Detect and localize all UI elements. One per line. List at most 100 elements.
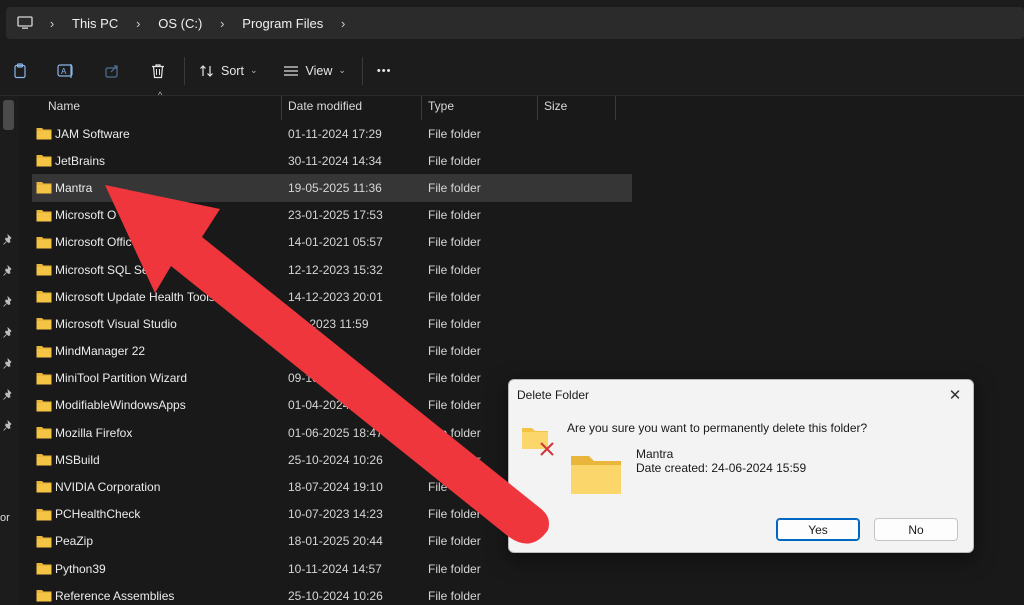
- close-button[interactable]: ✕: [943, 384, 967, 406]
- file-name: PeaZip: [55, 534, 94, 549]
- column-header-date-modified[interactable]: Date modified: [282, 96, 422, 120]
- file-type: File folder: [428, 534, 481, 549]
- svg-text:A: A: [61, 67, 67, 76]
- file-type: File folder: [428, 588, 481, 603]
- pin-icon: [3, 234, 12, 245]
- this-pc-icon[interactable]: [10, 7, 40, 39]
- file-date-modified: 12-12-2023 15:32: [288, 262, 383, 277]
- file-row[interactable]: Microsoft Offic 14-01-2021 05:57 File fold…: [32, 229, 632, 256]
- file-date-modified: -12-2023 11:59: [288, 316, 369, 331]
- file-date-modified: 01-04-2024 1: [288, 398, 360, 413]
- folder-icon: [36, 535, 52, 548]
- chevron-right-icon[interactable]: ›: [210, 16, 234, 31]
- file-date-modified: 25-10-2024 10:26: [288, 588, 383, 603]
- column-header-type[interactable]: Type: [422, 96, 538, 120]
- file-row[interactable]: Microsoft O 23-01-2025 17:53 File folder: [32, 202, 632, 229]
- file-type: File fo: [428, 480, 461, 495]
- file-name: Microsoft Update Health Tools: [55, 289, 215, 304]
- chevron-right-icon[interactable]: ›: [126, 16, 150, 31]
- folder-icon: [36, 427, 52, 439]
- folder-icon: [36, 236, 52, 249]
- delete-folder-icon: [522, 428, 554, 456]
- nav-item-partial-label[interactable]: or: [0, 512, 10, 524]
- file-row[interactable]: Microsoft Visual Studio -12-2023 11:59 Fil…: [32, 310, 632, 337]
- folder-icon: [571, 456, 621, 494]
- yes-button[interactable]: Yes: [776, 518, 860, 541]
- file-name: JetBrains: [55, 153, 106, 168]
- file-name: Mozilla Firefox: [55, 425, 133, 440]
- column-header-name[interactable]: Name: [42, 96, 282, 120]
- toolbar-divider: [361, 56, 363, 85]
- rename-icon[interactable]: A: [54, 59, 78, 83]
- view-button[interactable]: View ⌄: [283, 64, 346, 78]
- file-type: File folder: [428, 344, 481, 359]
- folder-icon: [36, 563, 52, 575]
- file-name: MindManager 22: [55, 344, 146, 359]
- sort-label: Sort: [221, 63, 244, 78]
- folder-icon: [36, 508, 52, 521]
- file-date-modified: 01-06-2025 18:47: [288, 425, 383, 440]
- file-name: MiniTool Partition Wizard: [55, 371, 188, 386]
- file-row[interactable]: Mantra 19-05-2025 11:36 File folder: [32, 174, 632, 202]
- pin-icon: [3, 420, 12, 431]
- file-row[interactable]: Reference Assemblies 25-10-2024 10:26 File…: [32, 582, 632, 605]
- column-headers: ^ Name Date modified Type Size: [18, 90, 638, 120]
- sort-icon: [200, 64, 213, 77]
- share-icon[interactable]: [100, 59, 124, 83]
- sort-button[interactable]: Sort ⌄: [199, 64, 257, 78]
- file-type: File folder: [428, 180, 481, 195]
- file-name: Microsoft SQL Se: [55, 262, 149, 277]
- chevron-down-icon: ⌄: [249, 65, 258, 75]
- file-row[interactable]: Microsoft Update Health Tools 14-12-2023 …: [32, 283, 632, 310]
- dialog-question: Are you sure you want to permanently del…: [567, 421, 868, 435]
- delete-icon[interactable]: [146, 59, 170, 83]
- breadcrumb-program-files[interactable]: Program Files: [234, 16, 331, 31]
- folder-icon: [36, 209, 52, 222]
- pin-icon: [3, 296, 12, 307]
- file-date-modified: 09-10-: [288, 371, 323, 386]
- file-name: Python39: [55, 561, 106, 576]
- folder-icon: [36, 454, 52, 466]
- address-bar-field[interactable]: › This PC › OS (C:) › Program Files ›: [6, 7, 1024, 39]
- toolbar-divider: [184, 56, 185, 85]
- file-name: Reference Assemblies: [55, 588, 175, 603]
- column-header-size[interactable]: Size: [538, 96, 616, 120]
- file-date-modified: 23-01-2025 17:53: [288, 208, 383, 223]
- folder-icon: [36, 318, 52, 330]
- chevron-right-icon[interactable]: ›: [40, 16, 64, 31]
- file-name: PCHealthCheck: [55, 507, 141, 522]
- delete-folder-dialog: Delete Folder ✕ Are you sure you want to…: [508, 379, 974, 553]
- file-type: File folder: [428, 561, 481, 576]
- file-row[interactable]: Python39 10-11-2024 14:57 File folder: [32, 555, 632, 582]
- file-type: File folder: [428, 507, 481, 522]
- see-more-button[interactable]: •••: [377, 65, 392, 77]
- breadcrumb-os-c[interactable]: OS (C:): [150, 16, 210, 31]
- file-date-modified: 18-07-2024 19:10: [288, 480, 383, 495]
- file-date-modified: 4 14:56: [288, 344, 329, 359]
- file-name: ModifiableWindowsApps: [55, 398, 186, 413]
- paste-icon[interactable]: [8, 59, 32, 83]
- chevron-right-icon[interactable]: ›: [331, 16, 355, 31]
- folder-icon: [36, 155, 52, 167]
- file-row[interactable]: JAM Software 01-11-2024 17:29 File folder: [32, 120, 632, 147]
- file-row[interactable]: JetBrains 30-11-2024 14:34 File folder: [32, 147, 632, 174]
- dialog-folder-name: Mantra: [636, 447, 674, 461]
- breadcrumb-this-pc[interactable]: This PC: [64, 16, 126, 31]
- folder-icon: [36, 128, 52, 140]
- file-row[interactable]: MindManager 22 4 14:56 File folder: [32, 338, 632, 365]
- file-type: File folder: [428, 126, 481, 141]
- file-date-modified: 10-11-2024 14:57: [288, 561, 382, 576]
- file-name: JAM Software: [55, 126, 130, 141]
- folder-icon: [36, 291, 52, 303]
- no-button[interactable]: No: [874, 518, 958, 541]
- address-bar: › This PC › OS (C:) › Program Files ›: [0, 0, 1024, 46]
- file-type: File folder: [428, 262, 481, 277]
- pin-icon: [3, 358, 12, 369]
- file-type: File folder: [428, 235, 481, 250]
- pin-icon: [3, 327, 12, 338]
- file-row[interactable]: Microsoft SQL Se 12-12-2023 15:32 File fol…: [32, 256, 632, 283]
- file-type: File folder: [428, 208, 481, 223]
- navigation-scrollbar[interactable]: [3, 100, 14, 130]
- file-name: Microsoft O: [55, 208, 117, 223]
- file-name: Mantra: [55, 180, 93, 195]
